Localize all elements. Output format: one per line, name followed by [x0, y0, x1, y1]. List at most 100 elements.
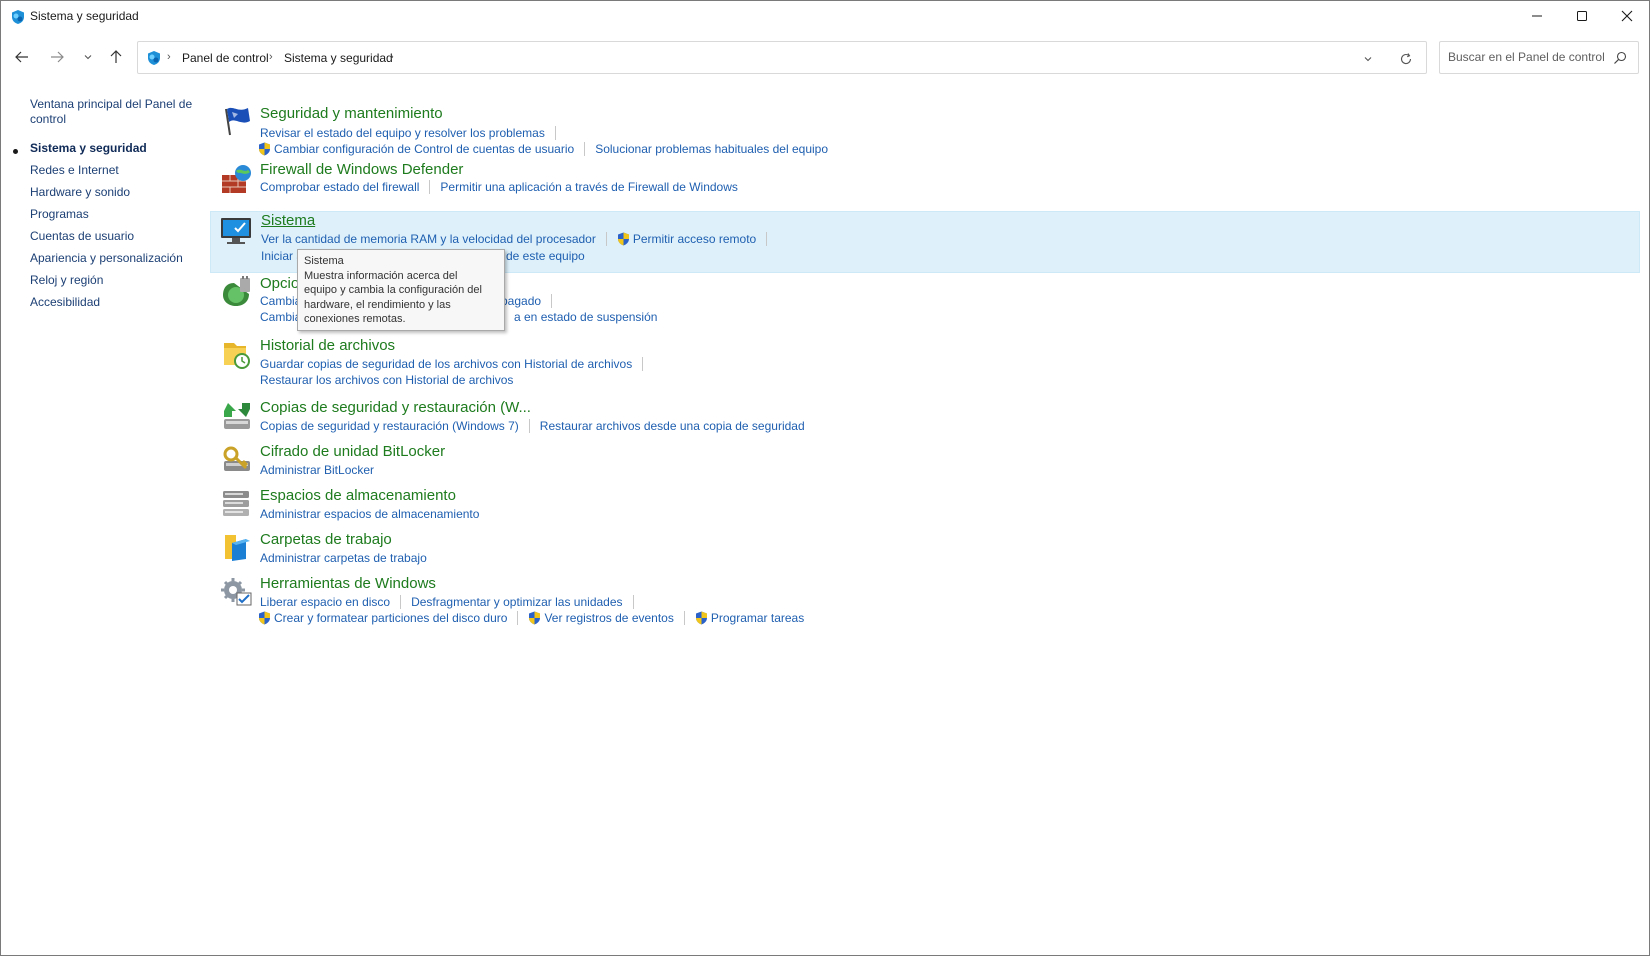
link-create-format-partitions[interactable]: Crear y formatear particiones del disco … [274, 611, 507, 625]
uac-shield-icon [695, 611, 707, 625]
section-title[interactable]: Sistema [261, 212, 315, 229]
breadcrumb-separator-icon[interactable]: › [269, 51, 273, 63]
link-allow-remote-access[interactable]: Permitir acceso remoto [633, 232, 756, 246]
link-review-status[interactable]: Revisar el estado del equipo y resolver … [260, 126, 545, 140]
arrow-left-icon [15, 51, 28, 63]
link-allow-app[interactable]: Permitir una aplicación a través de Fire… [440, 180, 737, 194]
sidebar-item-label: Ventana principal del Panel de [30, 97, 193, 111]
section-title[interactable]: Cifrado de unidad BitLocker [260, 443, 445, 460]
sidebar-item-programs[interactable]: Programas [30, 207, 89, 222]
sidebar-item-appearance[interactable]: Apariencia y personalización [30, 251, 183, 266]
current-item-bullet [13, 149, 18, 154]
breadcrumb-system-security[interactable]: Sistema y seguridad [284, 51, 393, 65]
link-row: Comprobar estado del firewall Permitir u… [260, 179, 738, 195]
link-save-backup-copies[interactable]: Guardar copias de seguridad de los archi… [260, 357, 632, 371]
breadcrumb-separator-icon[interactable]: › [167, 51, 171, 63]
section-title[interactable]: Firewall de Windows Defender [260, 161, 463, 178]
link-manage-storage-spaces[interactable]: Administrar espacios de almacenamiento [260, 507, 479, 521]
link-row: Administrar carpetas de trabajo [260, 550, 427, 566]
link-defragment[interactable]: Desfragmentar y optimizar las unidades [411, 595, 622, 609]
navigation-bar: › Panel de control › Sistema y seguridad… [1, 39, 1649, 77]
section-work-folders: Carpetas de trabajo Administrar carpetas… [214, 529, 1640, 573]
tooltip-line: conexiones remotas. [304, 313, 406, 325]
sidebar-item-control-panel-home[interactable]: Ventana principal del Panel de control [30, 97, 192, 127]
sidebar-item-system-security[interactable]: Sistema y seguridad [30, 141, 147, 156]
search-input[interactable] [1448, 50, 1608, 64]
link-firewall-status[interactable]: Comprobar estado del firewall [260, 180, 419, 194]
chevron-down-icon [1364, 57, 1372, 62]
title-bar: Sistema y seguridad [1, 1, 1649, 31]
refresh-button[interactable] [1396, 49, 1416, 69]
tooltip-line: equipo y cambia la configuración del [304, 284, 482, 296]
link-row: Cambia [260, 309, 301, 325]
link-restore-files[interactable]: Restaurar los archivos con Historial de … [260, 373, 513, 387]
tooltip-line: hardware, el rendimiento y las [304, 298, 451, 311]
up-button[interactable] [104, 45, 128, 69]
link-separator [683, 611, 685, 625]
section-title[interactable]: Seguridad y mantenimiento [260, 105, 443, 122]
link-separator [642, 357, 644, 371]
window-title: Sistema y seguridad [30, 9, 139, 23]
link-manage-work-folders[interactable]: Administrar carpetas de trabajo [260, 551, 427, 565]
link-troubleshoot[interactable]: Solucionar problemas habituales del equi… [595, 142, 828, 156]
backup-restore-icon [224, 403, 250, 429]
firewall-icon [222, 165, 251, 193]
minimize-button[interactable] [1514, 1, 1560, 31]
link-view-ram-cpu[interactable]: Ver la cantidad de memoria RAM y la velo… [261, 232, 596, 246]
recent-locations-button[interactable] [76, 45, 100, 69]
section-title[interactable]: Historial de archivos [260, 337, 395, 354]
address-history-button[interactable] [1359, 50, 1377, 68]
link-restore-from-backup[interactable]: Restaurar archivos desde una copia de se… [540, 419, 805, 433]
uac-shield-icon [259, 142, 270, 156]
sidebar-item-network-internet[interactable]: Redes e Internet [30, 163, 119, 178]
sidebar-item-user-accounts[interactable]: Cuentas de usuario [30, 229, 134, 244]
control-panel-icon [148, 51, 160, 65]
section-storage-spaces: Espacios de almacenamiento Administrar e… [214, 485, 1640, 529]
search-icon[interactable] [1612, 50, 1628, 66]
link-manage-bitlocker[interactable]: Administrar BitLocker [260, 463, 374, 477]
link-remote-assistance-rest[interactable]: de este equipo [506, 249, 585, 263]
chevron-down-icon [84, 55, 92, 60]
link-free-disk-space[interactable]: Liberar espacio en disco [260, 595, 390, 609]
link-sleep-settings[interactable]: Cambia [260, 310, 301, 324]
link-change-uac[interactable]: Cambiar configuración de Control de cuen… [274, 142, 574, 156]
section-file-history: Historial de archivos Guardar copias de … [214, 335, 1640, 391]
sidebar-item-accessibility[interactable]: Accesibilidad [30, 295, 100, 310]
close-icon [1621, 10, 1633, 22]
sidebar-item-hardware-sound[interactable]: Hardware y sonido [30, 185, 130, 200]
sidebar-item-clock-region[interactable]: Reloj y región [30, 273, 103, 288]
section-title[interactable]: Espacios de almacenamiento [260, 487, 456, 504]
section-title[interactable]: Opcio [260, 275, 299, 292]
back-button[interactable] [10, 45, 34, 69]
minimize-icon [1532, 15, 1542, 17]
search-box[interactable] [1439, 41, 1639, 74]
link-power-buttons[interactable]: Cambia [260, 294, 301, 308]
breadcrumb-separator-icon[interactable]: › [390, 51, 394, 63]
section-title[interactable]: Herramientas de Windows [260, 575, 436, 592]
arrow-up-icon [110, 50, 122, 63]
link-separator [528, 419, 530, 433]
link-backup-restore-win7[interactable]: Copias de seguridad y restauración (Wind… [260, 419, 519, 433]
link-power-buttons-rest[interactable]: pagado [501, 294, 541, 308]
breadcrumb-control-panel[interactable]: Panel de control [182, 51, 269, 65]
address-bar[interactable]: › Panel de control › Sistema y seguridad… [137, 41, 1427, 74]
link-sleep-settings-rest[interactable]: a en estado de suspensión [514, 310, 657, 324]
link-row: pagado [501, 293, 562, 309]
link-row: Crear y formatear particiones del disco … [258, 610, 804, 626]
link-separator [429, 180, 431, 194]
flag-icon [225, 107, 250, 136]
section-backup-restore: Copias de seguridad y restauración (W...… [214, 397, 1640, 441]
section-title[interactable]: Copias de seguridad y restauración (W... [260, 399, 531, 416]
power-options-icon [223, 276, 250, 306]
link-separator [400, 595, 402, 609]
forward-button[interactable] [45, 45, 69, 69]
close-button[interactable] [1604, 1, 1650, 31]
link-row: a en estado de suspensión [514, 309, 657, 325]
link-schedule-tasks[interactable]: Programar tareas [711, 611, 804, 625]
section-title[interactable]: Carpetas de trabajo [260, 531, 392, 548]
tooltip-title: Sistema [304, 255, 344, 267]
maximize-button[interactable] [1559, 1, 1605, 31]
link-view-event-logs[interactable]: Ver registros de eventos [544, 611, 673, 625]
link-row: de este equipo [506, 248, 585, 264]
link-row: Ver la cantidad de memoria RAM y la velo… [261, 231, 777, 247]
